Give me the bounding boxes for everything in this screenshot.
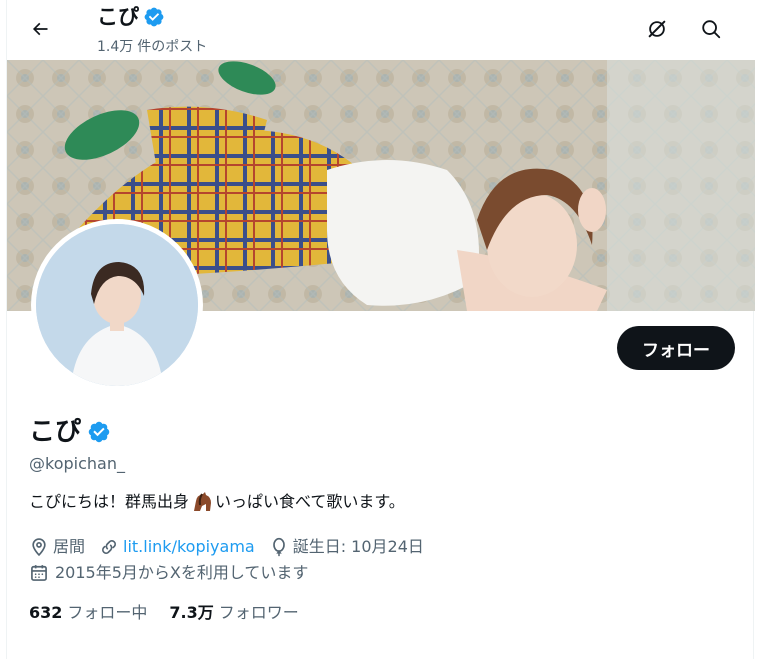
post-count-label: 件のポスト <box>137 39 208 55</box>
search-button[interactable] <box>694 12 728 46</box>
joined-text: 2015年5月からXを利用しています <box>55 563 309 582</box>
bio-text-start: こぴにちは！群馬出身 <box>29 492 190 511</box>
profile-bio: こぴにちは！群馬出身 いっぱい食べて歌います。 <box>29 491 405 513</box>
calendar-icon <box>31 565 47 581</box>
following-stat[interactable]: 632 フォロー中 <box>29 603 147 623</box>
location-pin-icon <box>32 538 46 557</box>
profile-avatar[interactable] <box>31 219 203 391</box>
verified-badge-icon[interactable] <box>87 420 111 444</box>
grok-button[interactable] <box>640 12 674 46</box>
link-text[interactable]: lit.link/kopiyama <box>123 537 255 557</box>
followers-label: フォロワー <box>218 603 299 622</box>
post-count: 1.4万 件のポスト <box>97 38 207 56</box>
birthday-text: 誕生日: 10月24日 <box>292 537 424 556</box>
profile-link[interactable]: lit.link/kopiyama <box>99 537 255 557</box>
following-count: 632 <box>29 603 63 622</box>
location-text: 居間 <box>53 537 86 556</box>
post-count-value: 1.4万 <box>97 39 134 55</box>
back-button[interactable] <box>23 12 57 46</box>
profile-header: こぴ 1.4万 件のポスト <box>7 0 755 60</box>
verified-badge-icon <box>144 7 164 27</box>
followers-stat[interactable]: 7.3万 フォロワー <box>169 603 298 623</box>
profile-page: こぴ 1.4万 件のポスト フォロー こぴ @kopichan_ こぴにちは！群… <box>6 0 755 659</box>
search-icon <box>702 20 721 39</box>
bio-text-end: いっぱい食べて歌います。 <box>215 492 405 511</box>
grok-icon <box>648 20 666 38</box>
link-icon <box>102 540 116 554</box>
profile-joined: 2015年5月からXを利用しています <box>29 563 308 583</box>
profile-location: 居間 <box>29 537 85 557</box>
horse-emoji <box>190 491 214 513</box>
followers-count: 7.3万 <box>169 603 214 622</box>
follow-button[interactable]: フォロー <box>617 326 735 370</box>
profile-name: こぴ <box>29 417 82 447</box>
following-label: フォロー中 <box>67 603 148 622</box>
header-name: こぴ <box>97 5 139 29</box>
profile-birthday: 誕生日: 10月24日 <box>269 537 424 557</box>
profile-handle: @kopichan_ <box>29 454 125 473</box>
balloon-icon <box>272 537 285 557</box>
arrow-left-icon <box>32 22 48 36</box>
